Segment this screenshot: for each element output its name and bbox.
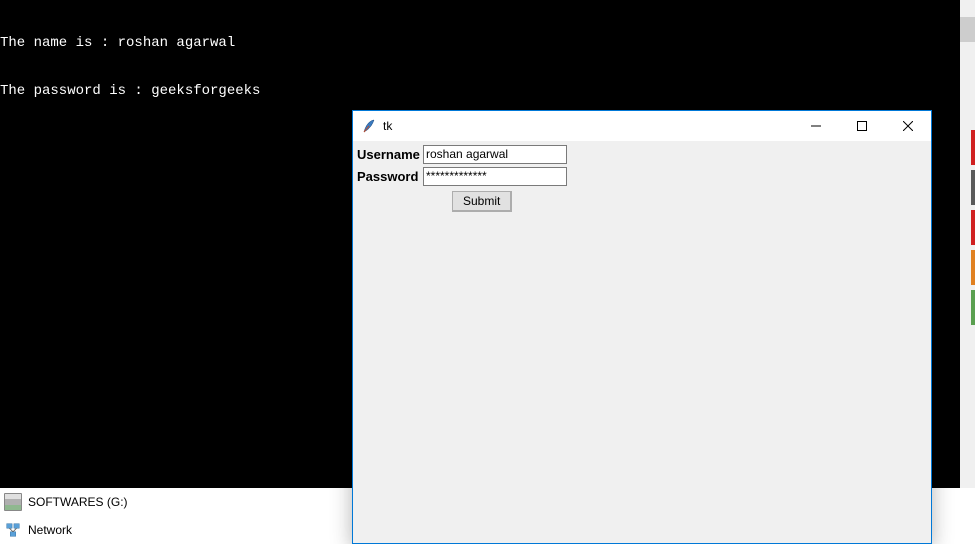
submit-button[interactable]: Submit xyxy=(452,191,512,212)
tkinter-body: Username Password Submit xyxy=(353,141,931,214)
network-label: Network xyxy=(28,523,72,537)
desktop-file-explorer-items: SOFTWARES (G:) Network xyxy=(0,488,300,544)
password-input[interactable] xyxy=(423,167,567,186)
close-button[interactable] xyxy=(885,111,931,141)
terminal-output-line2: The password is : geeksforgeeks xyxy=(0,83,960,99)
tkinter-feather-icon xyxy=(361,118,377,134)
scrollbar-thumb[interactable] xyxy=(960,17,975,42)
terminal-output-line1: The name is : roshan agarwal xyxy=(0,35,960,51)
drive-item-softwares[interactable]: SOFTWARES (G:) xyxy=(0,488,300,516)
username-row: Username xyxy=(355,143,929,165)
right-edge-decoration xyxy=(971,130,975,530)
tkinter-titlebar[interactable]: tk xyxy=(353,111,931,141)
network-icon xyxy=(4,521,22,539)
password-label: Password xyxy=(355,169,423,184)
tkinter-window: tk Username Password Submit xyxy=(352,110,932,544)
maximize-button[interactable] xyxy=(839,111,885,141)
username-label: Username xyxy=(355,147,423,162)
drive-icon xyxy=(4,493,22,511)
minimize-button[interactable] xyxy=(793,111,839,141)
network-item[interactable]: Network xyxy=(0,516,300,544)
tkinter-window-title: tk xyxy=(383,119,392,133)
username-input[interactable] xyxy=(423,145,567,164)
window-controls xyxy=(793,111,931,141)
password-row: Password xyxy=(355,165,929,187)
drive-label: SOFTWARES (G:) xyxy=(28,495,128,509)
submit-row: Submit xyxy=(355,187,929,212)
